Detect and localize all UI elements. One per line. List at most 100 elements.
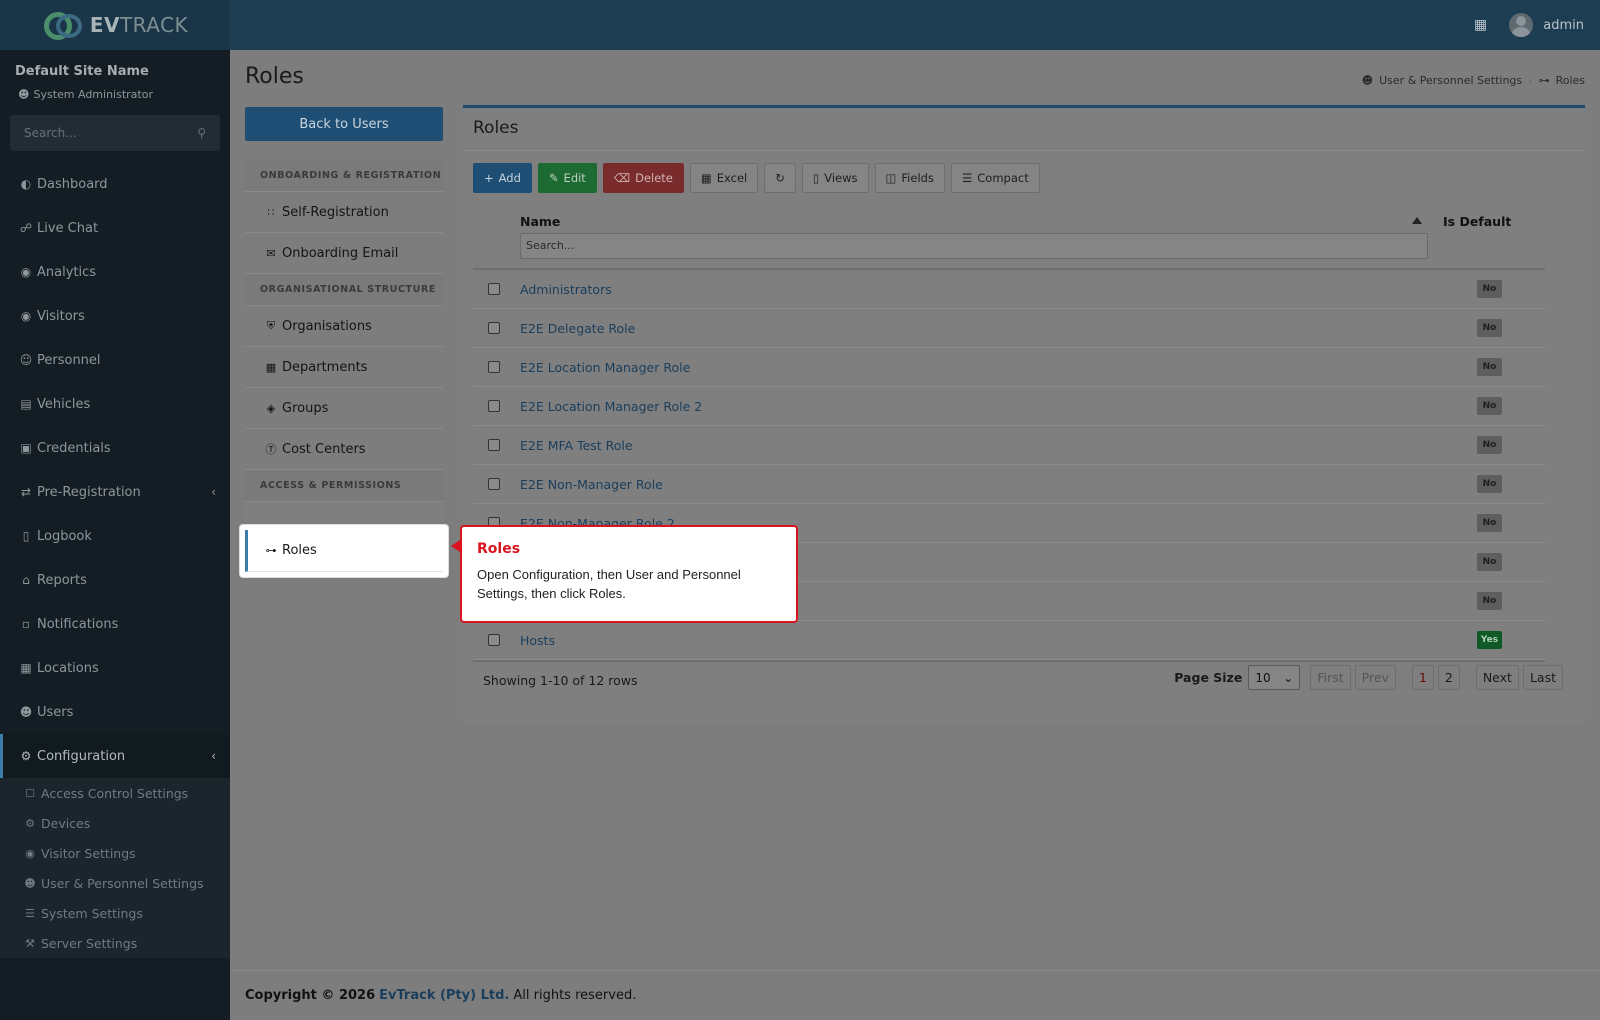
user-menu[interactable]: admin [1509,13,1584,37]
sidebar-item-live-chat[interactable]: ☍ Live Chat [0,206,230,250]
row-checkbox[interactable] [488,322,500,334]
row-checkbox[interactable] [488,283,500,295]
role-name-link[interactable]: Administrators [520,282,612,297]
tooltip-title: Roles [477,541,521,557]
role-name-link[interactable]: E2E MFA Test Role [520,438,633,453]
row-checkbox[interactable] [488,634,500,646]
sidebar-item-notifications[interactable]: ▫ Notifications [0,602,230,646]
table-row[interactable]: Hosts Yes [473,621,1545,660]
prev-page-button[interactable]: Prev [1354,665,1396,690]
plus-icon: + [484,171,494,185]
row-checkbox[interactable] [488,361,500,373]
sub-item-visitor-settings[interactable]: ◉ Visitor Settings [0,838,230,868]
people-icon: ☺ [19,353,33,367]
site-name: Default Site Name [15,64,149,79]
table-row[interactable]: E2E MFA Test Role No [473,426,1545,465]
company-link[interactable]: EvTrack (Pty) Ltd. [379,988,509,1003]
sidebar-item-users[interactable]: ☻ Users [0,690,230,734]
compact-button[interactable]: ☰ Compact [950,163,1040,193]
user-name: admin [1543,17,1584,33]
sidebar-item-configuration[interactable]: ⚙ Configuration ‹ [0,734,230,778]
sort-ascending-icon[interactable] [1412,217,1422,224]
users-gear-icon: ☻ [24,876,36,890]
refresh-button[interactable]: ↻ [764,163,796,193]
add-button[interactable]: + Add [473,163,532,193]
column-header-is-default[interactable]: Is Default [1443,214,1511,229]
delete-button[interactable]: ⌫ Delete [602,163,684,193]
sub-item-system-settings[interactable]: ☰ System Settings [0,898,230,928]
top-right: ▦ admin [1474,0,1584,50]
nav-self-registration[interactable]: ∷ Self-Registration [245,192,443,233]
sidebar-item-locations[interactable]: ▦ Locations [0,646,230,690]
row-checkbox[interactable] [488,400,500,412]
settings-nav: ONBOARDING & REGISTRATION ∷ Self-Registra… [245,160,443,520]
status-badge: No [1477,436,1502,454]
fields-button[interactable]: ◫ Fields [874,163,945,193]
status-badge: No [1477,514,1502,532]
page-2-button[interactable]: 2 [1437,665,1460,690]
target-icon: ◉ [20,265,32,279]
sub-item-devices[interactable]: ⚙ Devices [0,808,230,838]
sidebar-item-dashboard[interactable]: ◐ Dashboard [0,162,230,206]
refresh-icon: ↻ [775,171,785,185]
breadcrumb-item-user-personnel[interactable]: User & Personnel Settings [1379,74,1522,87]
dollar-icon: Ⓣ [265,443,277,456]
table-row[interactable]: E2E Location Manager Role No [473,348,1545,387]
table-row[interactable]: E2E Location Manager Role 2 No [473,387,1545,426]
building-icon: ▦ [20,661,32,675]
page-size-select[interactable]: 10 ⌄ [1248,665,1301,690]
role-name-link[interactable]: E2E Location Manager Role [520,360,690,375]
name-search-input[interactable]: Search... [520,233,1428,259]
table-row[interactable]: Administrators No [473,270,1545,309]
excel-button[interactable]: ▦ Excel [689,163,759,193]
sidebar-search-input[interactable]: Search... ⚲ [10,115,220,151]
page-1-button[interactable]: 1 [1411,665,1434,690]
edit-button[interactable]: ✎ Edit [537,163,597,193]
chevron-left-icon: ‹ [211,749,216,763]
key-icon: ⊶ [1538,74,1550,87]
last-page-button[interactable]: Last [1522,665,1563,690]
nav-organisations[interactable]: ⛨ Organisations [245,306,443,347]
table-row[interactable]: E2E Non-Manager Role No [473,465,1545,504]
sidebar-item-logbook[interactable]: ▯ Logbook [0,514,230,558]
nav-groups[interactable]: ◈ Groups [245,388,443,429]
sidebar-item-visitors[interactable]: ◉ Visitors [0,294,230,338]
table-icon: ▦ [700,171,712,185]
card-title: Roles [473,118,519,138]
role-name-link[interactable]: E2E Non-Manager Role [520,477,663,492]
sub-item-access-control[interactable]: ☐ Access Control Settings [0,778,230,808]
sidebar-item-analytics[interactable]: ◉ Analytics [0,250,230,294]
sub-item-user-personnel-settings[interactable]: ☻ User & Personnel Settings [0,868,230,898]
row-checkbox[interactable] [488,439,500,451]
first-page-button[interactable]: First [1310,665,1351,690]
sidebar-item-reports[interactable]: ⌂ Reports [0,558,230,602]
dashboard-icon: ◐ [20,177,32,191]
next-page-button[interactable]: Next [1475,665,1519,690]
role-name-link[interactable]: E2E Location Manager Role 2 [520,399,702,414]
bank-icon: ⛨ [266,319,276,332]
nav-departments[interactable]: ▦ Departments [245,347,443,388]
sidebar-item-pre-registration[interactable]: ⇄ Pre-Registration ‹ [0,470,230,514]
back-to-users-button[interactable]: Back to Users [245,107,443,141]
table-row[interactable]: E2E Delegate Role No [473,309,1545,348]
envelope-icon: ✉ [266,246,276,260]
status-badge: Yes [1477,631,1502,649]
nav-onboarding-email[interactable]: ✉ Onboarding Email [245,233,443,274]
role-name-link[interactable]: E2E Delegate Role [520,321,635,336]
sidebar-item-personnel[interactable]: ☺ Personnel [0,338,230,382]
sidebar-item-vehicles[interactable]: ▤ Vehicles [0,382,230,426]
toolbar: + Add ✎ Edit ⌫ Delete ▦ Excel ↻ ▯ Views ◫ Fiel… [473,163,1040,193]
section-access: ACCESS & PERMISSIONS [245,470,443,502]
column-header-name[interactable]: Name [520,214,560,229]
sub-item-server-settings[interactable]: ⚒ Server Settings [0,928,230,958]
row-checkbox[interactable] [488,478,500,490]
logo[interactable]: EVTRACK [0,0,230,50]
role-name-link[interactable]: Hosts [520,633,555,648]
guide-tooltip: Roles Open Configuration, then User and … [460,525,798,623]
users-icon: ☻ [19,705,33,719]
building-icon[interactable]: ▦ [1474,17,1487,33]
views-button[interactable]: ▯ Views [801,163,869,193]
sidebar-item-credentials[interactable]: ▣ Credentials [0,426,230,470]
nav-cost-centers[interactable]: Ⓣ Cost Centers [245,429,443,470]
nav-roles[interactable]: ⊶ Roles [245,530,443,572]
